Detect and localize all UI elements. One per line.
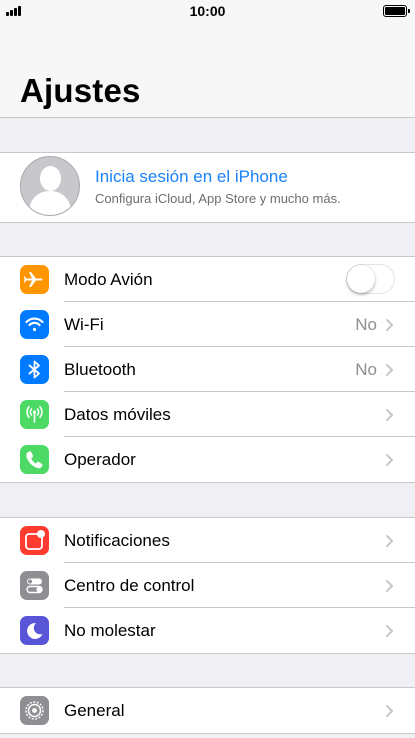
settings-row-label: Bluetooth [64,360,136,379]
wifi-icon [20,310,49,339]
settings-row-airplane-mode[interactable]: Modo Avión [0,257,415,302]
moon-icon [20,616,49,645]
settings-row-label: Operador [64,450,136,469]
battery-icon [383,5,410,17]
settings-row-wifi[interactable]: Wi-Fi No [0,302,415,347]
settings-row-do-not-disturb[interactable]: No molestar [0,608,415,653]
settings-row-label: No molestar [64,621,156,640]
airplane-mode-toggle[interactable] [346,264,395,294]
settings-row-label: Centro de control [64,576,195,595]
sign-in-subtitle: Configura iCloud, App Store y mucho más. [95,191,341,206]
chevron-right-icon [386,580,393,592]
phone-icon [20,445,49,474]
settings-row-carrier[interactable]: Operador [0,437,415,482]
chevron-right-icon [386,535,393,547]
settings-row-label: Wi-Fi [64,315,104,334]
status-bar: 10:00 [0,0,415,22]
gear-icon [20,696,49,725]
bluetooth-icon [20,355,49,384]
chevron-right-icon [386,409,393,421]
control-center-icon [20,571,49,600]
settings-row-label: Modo Avión [64,270,153,289]
cellular-antenna-icon [20,400,49,429]
navigation-bar: Ajustes [0,22,415,118]
general-group: General [0,687,415,734]
settings-row-notifications[interactable]: Notificaciones [0,518,415,563]
airplane-icon [20,265,49,294]
settings-row-cellular-data[interactable]: Datos móviles [0,392,415,437]
sign-in-title: Inicia sesión en el iPhone [95,167,288,186]
chevron-right-icon [386,625,393,637]
settings-row-bluetooth[interactable]: Bluetooth No [0,347,415,392]
connectivity-group: Modo Avión Wi-Fi No Bluetooth No Datos m… [0,256,415,483]
sign-in-row[interactable]: Inicia sesión en el iPhone Configura iCl… [0,152,415,223]
wifi-status-value: No [355,315,377,334]
avatar [20,156,80,216]
chevron-right-icon [386,705,393,717]
settings-row-label: General [64,701,125,720]
chevron-right-icon [386,454,393,466]
system-group: Notificaciones Centro de control No mole… [0,517,415,654]
status-time: 10:00 [189,3,226,19]
settings-row-general[interactable]: General [0,688,415,733]
chevron-right-icon [386,319,393,331]
settings-row-label: Notificaciones [64,531,170,550]
bluetooth-status-value: No [355,360,377,379]
settings-row-label: Datos móviles [64,405,171,424]
notifications-icon [20,526,49,555]
chevron-right-icon [386,364,393,376]
settings-row-control-center[interactable]: Centro de control [0,563,415,608]
page-title: Ajustes [20,72,141,109]
